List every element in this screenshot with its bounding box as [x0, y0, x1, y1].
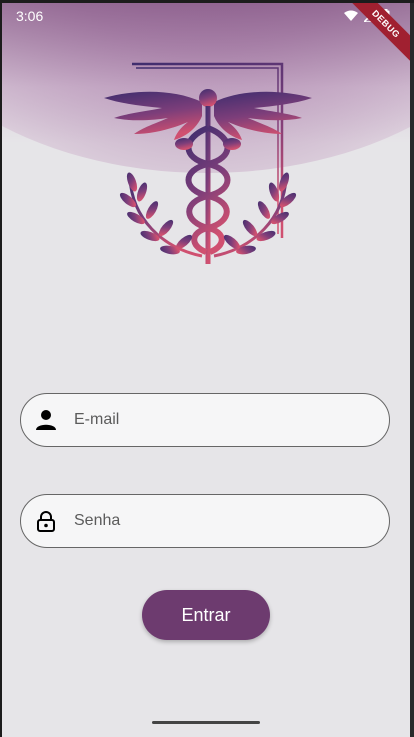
gesture-bar [152, 721, 260, 724]
caduceus-logo [104, 62, 312, 264]
status-bar: 3:06 DEBUG [2, 3, 410, 66]
window-edge [410, 3, 414, 737]
person-icon [36, 410, 56, 430]
email-placeholder: E-mail [74, 411, 120, 428]
password-placeholder: Senha [74, 512, 121, 529]
login-button[interactable]: Entrar [142, 590, 270, 640]
status-time: 3:06 [16, 8, 44, 24]
email-field[interactable]: E-mail [20, 393, 390, 447]
lock-icon [37, 511, 55, 532]
wifi-icon [344, 10, 358, 21]
login-screen: 3:06 DEBUG E-mail Senha Entrar [2, 3, 410, 737]
password-field[interactable]: Senha [20, 494, 390, 548]
